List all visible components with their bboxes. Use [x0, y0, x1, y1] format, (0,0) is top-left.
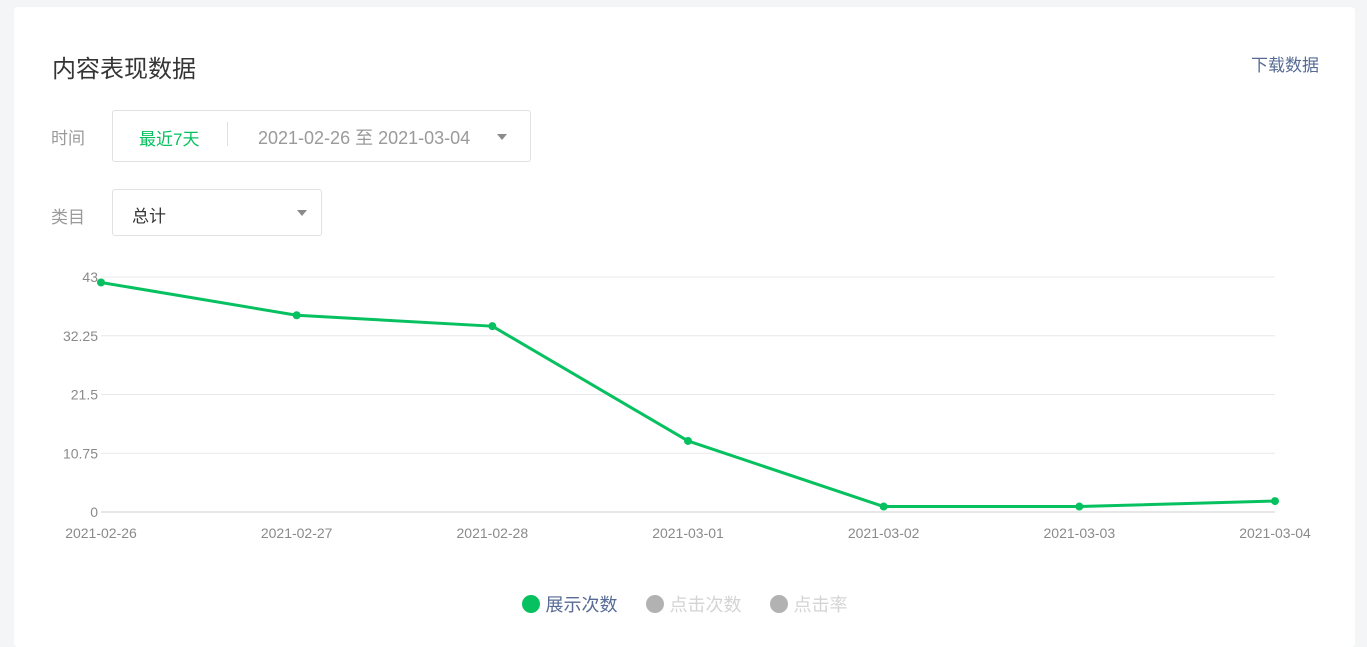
legend-label: 展示次数 [545, 595, 618, 615]
data-point [488, 322, 497, 331]
x-tick-label: 2021-03-03 [1044, 525, 1116, 541]
x-tick-label: 2021-03-01 [652, 525, 724, 541]
y-tick-label: 32.25 [63, 328, 98, 344]
legend-dot-icon [769, 595, 788, 613]
data-point [1271, 497, 1279, 506]
x-tick-label: 2021-02-26 [65, 525, 137, 541]
legend-dot-icon [645, 595, 664, 613]
y-tick-label: 21.5 [71, 387, 98, 403]
legend-item-clicks[interactable]: 点击次数 [645, 591, 742, 617]
data-point [292, 311, 301, 320]
x-tick-label: 2021-03-02 [848, 525, 920, 541]
x-tick-label: 2021-02-27 [261, 525, 333, 541]
data-point [1075, 502, 1084, 511]
data-point [97, 278, 105, 287]
y-tick-label: 43 [82, 269, 98, 285]
legend-label: 点击次数 [669, 595, 742, 615]
data-point [879, 502, 888, 511]
chart-legend: 展示次数 点击次数 点击率 [14, 591, 1355, 617]
x-tick-label: 2021-03-04 [1239, 525, 1311, 541]
y-tick-label: 0 [90, 504, 98, 520]
legend-item-impressions[interactable]: 展示次数 [521, 591, 618, 617]
legend-label: 点击率 [793, 595, 848, 615]
content-performance-card: 内容表现数据 下载数据 时间 最近7天 2021-02-26 至 2021-03… [14, 7, 1355, 647]
legend-item-click-rate[interactable]: 点击率 [769, 591, 848, 617]
legend-dot-icon [521, 595, 540, 613]
line-chart: 0 10.75 21.5 32.25 43 2021-02-26 2021-02-27 202… [63, 269, 1311, 541]
y-tick-label: 10.75 [63, 445, 98, 461]
data-point [684, 436, 692, 445]
x-tick-label: 2021-02-28 [457, 525, 529, 541]
